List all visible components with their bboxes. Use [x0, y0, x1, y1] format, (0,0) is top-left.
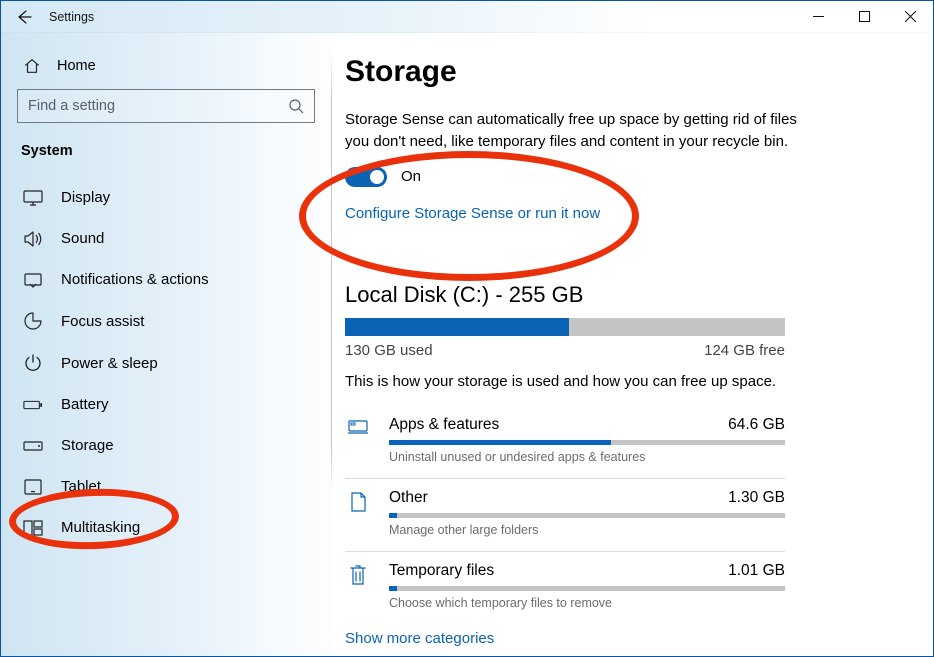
maximize-icon	[859, 11, 870, 22]
arrow-left-icon	[16, 9, 32, 25]
other-icon	[345, 491, 371, 537]
sidebar-item-label: Power & sleep	[61, 355, 158, 372]
category-size: 1.30 GB	[728, 489, 785, 507]
sidebar-item-sound[interactable]: Sound	[17, 218, 315, 259]
sidebar-item-label: Display	[61, 189, 110, 206]
multitasking-icon	[23, 520, 43, 536]
notifications-icon	[23, 272, 43, 288]
category-bar	[389, 586, 785, 591]
sidebar-item-power[interactable]: Power & sleep	[17, 342, 315, 384]
sound-icon	[23, 231, 43, 247]
category-bar	[389, 513, 785, 518]
sidebar-item-notifications[interactable]: Notifications & actions	[17, 259, 315, 300]
power-icon	[23, 354, 43, 372]
disk-usage-fill	[345, 318, 569, 336]
category-sub: Uninstall unused or undesired apps & fea…	[389, 450, 785, 464]
disk-usage-bar	[345, 318, 785, 336]
main-container: Home System Display Sound Notifications …	[1, 33, 933, 656]
category-list: Apps & features 64.6 GB Uninstall unused …	[345, 406, 785, 618]
close-icon	[905, 11, 916, 22]
toggle-state-label: On	[401, 168, 421, 185]
disk-used-label: 130 GB used	[345, 342, 433, 359]
category-other[interactable]: Other 1.30 GB Manage other large folders	[345, 479, 785, 545]
sidebar-item-storage[interactable]: Storage	[17, 425, 315, 466]
titlebar: Settings	[1, 1, 933, 33]
disk-free-label: 124 GB free	[704, 342, 785, 359]
minimize-icon	[813, 11, 824, 22]
home-icon	[23, 57, 41, 75]
tablet-icon	[23, 479, 43, 495]
focus-assist-icon	[23, 312, 43, 330]
sidebar-item-label: Battery	[61, 396, 109, 413]
sidebar-item-label: Notifications & actions	[61, 271, 209, 288]
search-input[interactable]	[28, 98, 288, 114]
sidebar-item-label: Sound	[61, 230, 104, 247]
page-title: Storage	[345, 55, 897, 89]
configure-storage-sense-link[interactable]: Configure Storage Sense or run it now	[345, 205, 600, 222]
category-name: Apps & features	[389, 416, 499, 434]
disk-desc: This is how your storage is used and how…	[345, 373, 897, 390]
category-size: 1.01 GB	[728, 562, 785, 580]
sidebar-item-focus[interactable]: Focus assist	[17, 300, 315, 342]
storage-sense-desc: Storage Sense can automatically free up …	[345, 109, 805, 153]
category-name: Temporary files	[389, 562, 494, 580]
sidebar-item-battery[interactable]: Battery	[17, 384, 315, 425]
sidebar-item-label: Focus assist	[61, 313, 144, 330]
show-more-link[interactable]: Show more categories	[345, 630, 494, 647]
sidebar-item-multitasking[interactable]: Multitasking	[17, 507, 315, 548]
sidebar-item-tablet[interactable]: Tablet	[17, 466, 315, 507]
category-sub: Choose which temporary files to remove	[389, 596, 785, 610]
disk-heading: Local Disk (C:) - 255 GB	[345, 282, 897, 308]
close-button[interactable]	[887, 1, 933, 32]
home-label: Home	[57, 58, 96, 74]
storage-sense-toggle[interactable]	[345, 167, 387, 187]
search-icon	[288, 98, 304, 114]
sidebar-item-label: Multitasking	[61, 519, 140, 536]
home-nav[interactable]: Home	[17, 51, 315, 89]
battery-icon	[23, 398, 43, 412]
storage-sense-toggle-row: On	[345, 167, 897, 187]
minimize-button[interactable]	[795, 1, 841, 32]
search-box[interactable]	[17, 89, 315, 123]
sidebar: Home System Display Sound Notifications …	[1, 33, 331, 656]
back-button[interactable]	[1, 1, 47, 32]
category-apps[interactable]: Apps & features 64.6 GB Uninstall unused …	[345, 406, 785, 472]
category-name: Other	[389, 489, 428, 507]
nav-list: Display Sound Notifications & actions Fo…	[17, 177, 315, 548]
window-title: Settings	[47, 10, 94, 24]
display-icon	[23, 190, 43, 206]
category-size: 64.6 GB	[728, 416, 785, 434]
sidebar-item-label: Storage	[61, 437, 114, 454]
toggle-knob	[370, 170, 384, 184]
maximize-button[interactable]	[841, 1, 887, 32]
trash-icon	[345, 564, 371, 610]
storage-icon	[23, 440, 43, 452]
sidebar-item-label: Tablet	[61, 478, 101, 495]
disk-labels: 130 GB used 124 GB free	[345, 342, 785, 359]
apps-icon	[345, 418, 371, 464]
category-temp[interactable]: Temporary files 1.01 GB Choose which temp…	[345, 552, 785, 618]
category-bar	[389, 440, 785, 445]
content: Storage Storage Sense can automatically …	[331, 33, 933, 656]
category-sub: Manage other large folders	[389, 523, 785, 537]
sidebar-item-display[interactable]: Display	[17, 177, 315, 218]
group-heading: System	[17, 143, 315, 177]
